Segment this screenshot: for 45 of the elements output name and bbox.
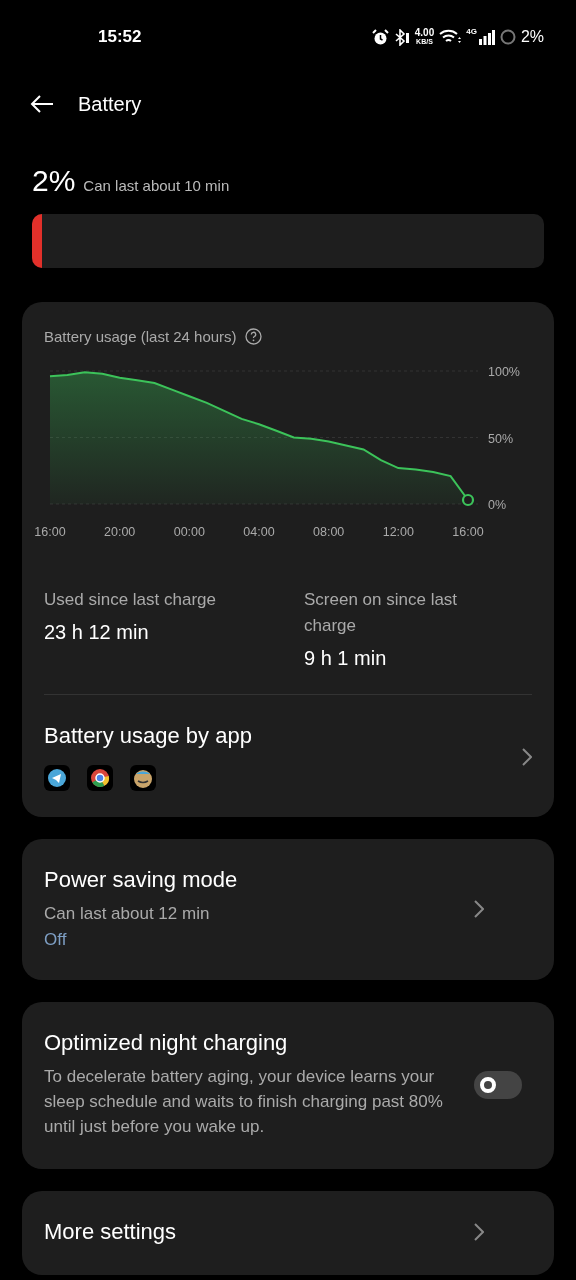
x-tick-label: 16:00 (34, 525, 66, 539)
y-tick-label: 100% (488, 365, 520, 379)
setting-status: Off (44, 930, 68, 950)
setting-title: Optimized night charging (44, 1030, 289, 1056)
y-tick-label: 0% (488, 498, 507, 512)
x-tick-label: 12:00 (382, 525, 414, 539)
stat-label: Screen on since last charge (304, 589, 459, 637)
x-tick-label: 08:00 (313, 525, 345, 539)
x-tick-label: 16:00 (452, 525, 484, 539)
help-icon[interactable] (244, 328, 262, 345)
chevron-icon (474, 1223, 484, 1241)
setting-subtitle: Can last about 12 min (44, 903, 211, 925)
end-marker (461, 493, 475, 507)
clock-time: 15:52 (98, 27, 142, 47)
round-app-icon[interactable] (130, 765, 156, 791)
toggle-switch[interactable] (474, 1070, 522, 1099)
battery-ring-icon (499, 29, 516, 45)
network-speed: 4.00 (414, 28, 435, 37)
color-wheel-icon[interactable] (87, 765, 113, 791)
x-tick-label: 20:00 (104, 525, 136, 539)
chevron-icon (522, 748, 532, 766)
alarm-icon (371, 28, 389, 46)
x-tick-label: 00:00 (173, 525, 205, 539)
chevron-icon (474, 899, 484, 918)
setting-title: Power saving mode (44, 867, 239, 893)
page-title: Battery (78, 92, 142, 116)
back-icon[interactable] (30, 95, 54, 113)
battery-percentage: 2% (32, 164, 76, 198)
time-remaining: Can last about 10 min (83, 177, 230, 194)
wifi-icon (439, 29, 462, 45)
paper-plane-icon[interactable] (44, 765, 70, 791)
bluetooth-icon (393, 28, 410, 46)
battery-percent: 2% (520, 28, 544, 46)
y-tick-label: 50% (488, 431, 514, 446)
setting-description: To decelerate battery aging, your device learns your sleep schedule and waits to finish charging past 80% until just before you wake up. (44, 1066, 444, 1138)
stat-value: 23 h 12 min (44, 621, 150, 644)
signal-icon (478, 29, 495, 45)
chart-title: Battery usage (last 24 hours) (44, 328, 237, 345)
stat-label: Used since last charge (44, 589, 217, 611)
setting-title: More settings (44, 1219, 178, 1245)
section-title: Battery usage by app (44, 723, 252, 749)
x-tick-label: 04:00 (243, 525, 275, 539)
network-type: 4G (466, 26, 477, 36)
power-saving-row[interactable]: Power saving mode Can last about 12 min Off (22, 839, 554, 980)
stat-value: 9 h 1 min (304, 647, 388, 670)
